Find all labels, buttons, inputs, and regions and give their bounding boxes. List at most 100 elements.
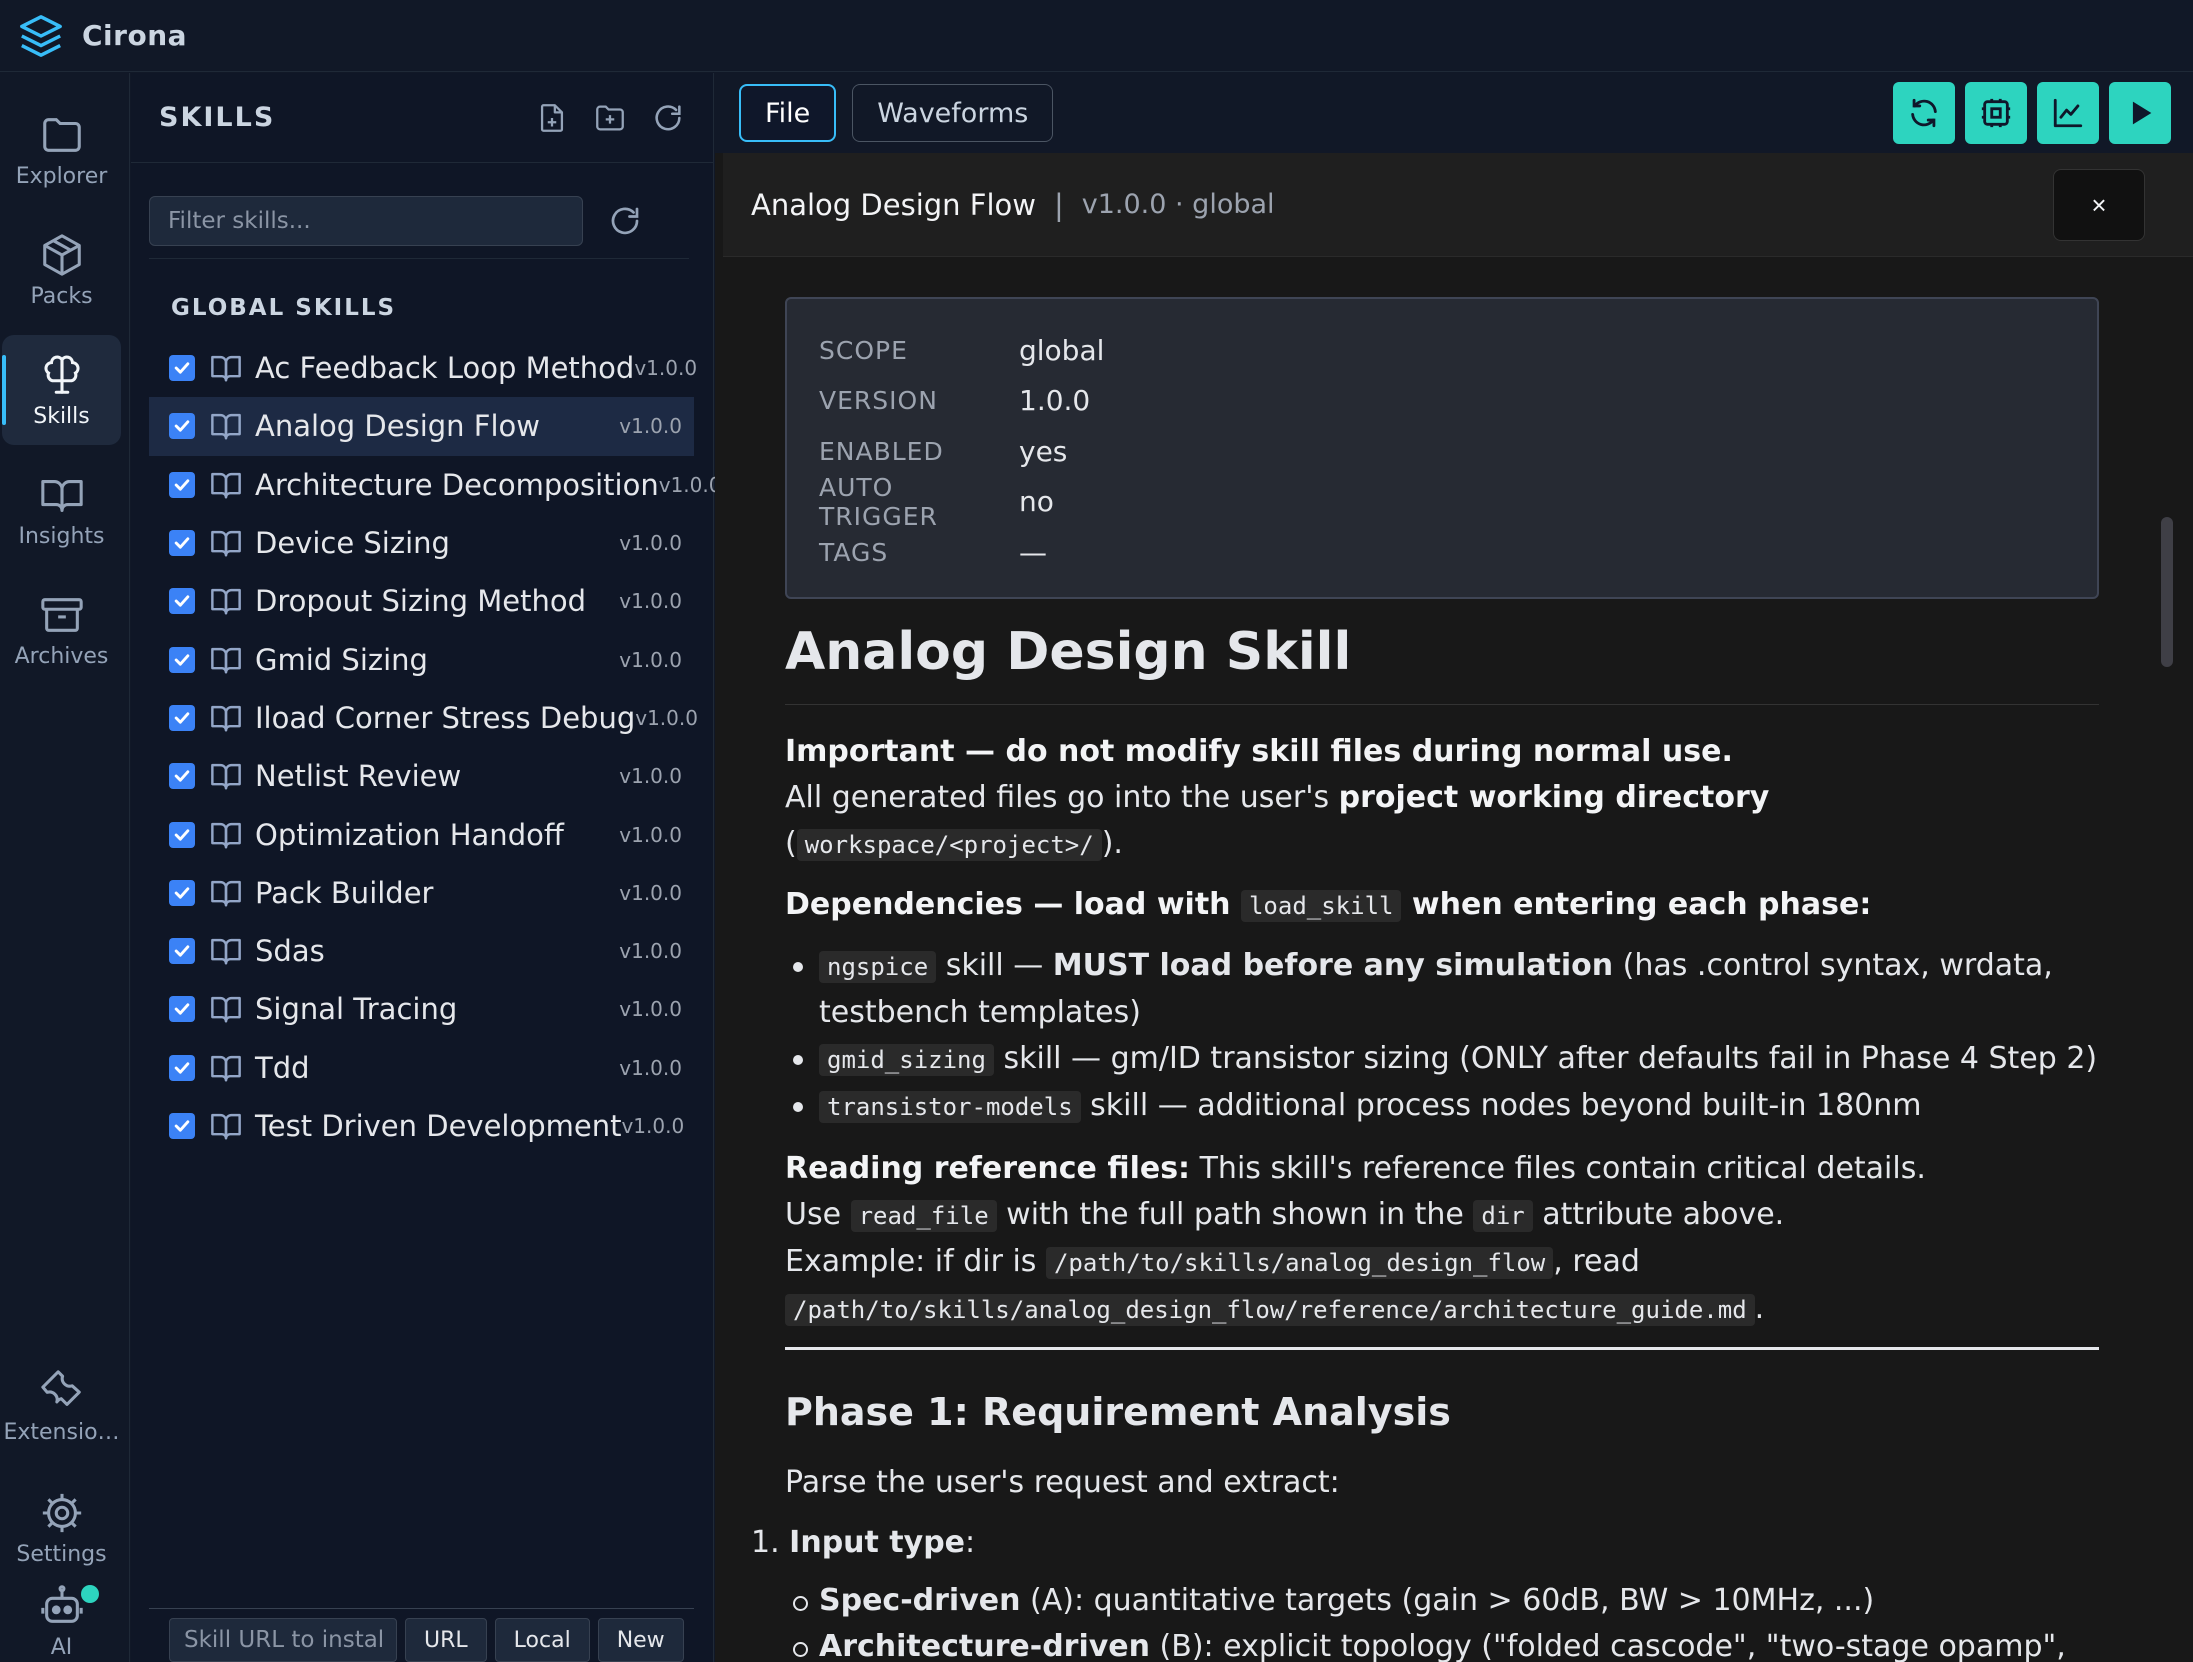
- activity-label: Settings: [16, 1541, 107, 1567]
- install-local-button[interactable]: Local: [494, 1618, 590, 1662]
- skill-version: v1.0.0: [619, 822, 682, 847]
- new-folder-icon[interactable]: [593, 101, 627, 135]
- skill-enabled-checkbox[interactable]: [169, 413, 195, 440]
- skill-version: v1.0.0: [619, 647, 682, 672]
- meta-row-version: VERSION 1.0.0: [819, 384, 1091, 418]
- skill-row[interactable]: Dropout Sizing Method v1.0.0: [149, 572, 694, 630]
- skill-row[interactable]: Signal Tracing v1.0.0: [149, 980, 694, 1038]
- skill-version: v1.0.0: [619, 589, 682, 614]
- app-title: Cirona: [82, 19, 188, 52]
- skill-enabled-checkbox[interactable]: [169, 763, 195, 790]
- list-item: Architecture-driven (B): explicit topolo…: [785, 1624, 2099, 1662]
- skill-name: Architecture Decomposition: [255, 467, 659, 502]
- skill-version: v1.0.0: [619, 764, 682, 789]
- activity-label: Skills: [33, 403, 90, 429]
- filter-row: [149, 183, 689, 259]
- activity-label: AI: [50, 1635, 73, 1660]
- check-icon: [174, 945, 190, 957]
- skill-row[interactable]: Optimization Handoff v1.0.0: [149, 805, 694, 863]
- tab-waveforms[interactable]: Waveforms: [852, 84, 1054, 142]
- skill-name: Ac Feedback Loop Method: [255, 351, 635, 386]
- install-url-button[interactable]: URL: [405, 1618, 487, 1662]
- skill-row[interactable]: Device Sizing v1.0.0: [149, 514, 694, 572]
- skill-enabled-checkbox[interactable]: [169, 646, 195, 673]
- divider: [785, 1347, 2099, 1350]
- skill-row[interactable]: Netlist Review v1.0.0: [149, 747, 694, 805]
- skill-row[interactable]: Test Driven Development v1.0.0: [149, 1097, 694, 1155]
- skill-enabled-checkbox[interactable]: [169, 938, 195, 965]
- heading-phase-1: Phase 1: Requirement Analysis: [785, 1390, 1451, 1434]
- run-button[interactable]: [2109, 82, 2171, 144]
- skill-enabled-checkbox[interactable]: [169, 879, 195, 906]
- skill-row[interactable]: Sdas v1.0.0: [149, 922, 694, 980]
- skill-name: Iload Corner Stress Debug: [255, 700, 636, 735]
- skill-enabled-checkbox[interactable]: [169, 588, 195, 615]
- wrench-icon: [40, 1369, 81, 1406]
- close-document-button[interactable]: ×: [2053, 169, 2145, 241]
- book-open-icon: [40, 479, 83, 512]
- skill-version: v1.0.0: [658, 472, 722, 497]
- book-icon: [209, 470, 243, 500]
- markdown-body: Analog Design Skill Important — do not m…: [751, 622, 2099, 1662]
- activity-explorer[interactable]: Explorer: [2, 95, 121, 205]
- skill-enabled-checkbox[interactable]: [169, 821, 195, 848]
- document-title: Analog Design Flow: [751, 187, 1036, 222]
- book-icon: [209, 994, 243, 1024]
- skill-name: Sdas: [255, 934, 325, 969]
- new-skill-button[interactable]: New: [597, 1618, 684, 1662]
- skill-enabled-checkbox[interactable]: [169, 530, 195, 557]
- new-file-icon[interactable]: [535, 101, 569, 135]
- skill-enabled-checkbox[interactable]: [169, 355, 195, 382]
- list-item: gmid_sizing skill — gm/ID transistor siz…: [785, 1036, 2099, 1083]
- sync-button[interactable]: [1893, 82, 1955, 144]
- skill-row[interactable]: Architecture Decomposition v1.0.0: [149, 456, 721, 514]
- skill-row[interactable]: Gmid Sizing v1.0.0: [149, 630, 694, 688]
- book-icon: [209, 1053, 243, 1083]
- skill-enabled-checkbox[interactable]: [169, 1054, 195, 1081]
- skill-row[interactable]: Tdd v1.0.0: [149, 1039, 694, 1097]
- refresh-icon[interactable]: [651, 101, 685, 135]
- skill-version: v1.0.0: [619, 880, 682, 905]
- activity-settings[interactable]: Settings: [2, 1473, 121, 1583]
- skill-enabled-checkbox[interactable]: [169, 996, 195, 1023]
- skill-row[interactable]: Iload Corner Stress Debug v1.0.0: [149, 689, 698, 747]
- plot-button[interactable]: [2037, 82, 2099, 144]
- document-content: SCOPE global VERSION 1.0.0 ENABLED yes AUTO…: [723, 257, 2173, 1662]
- skill-row[interactable]: Ac Feedback Loop Method v1.0.0: [149, 339, 697, 397]
- check-icon: [174, 362, 190, 374]
- filter-skills-input[interactable]: [149, 195, 583, 246]
- check-icon: [174, 479, 190, 491]
- activity-ai[interactable]: AI: [2, 1575, 121, 1662]
- skill-enabled-checkbox[interactable]: [169, 1113, 195, 1139]
- scrollbar-thumb[interactable]: [2161, 517, 2173, 667]
- book-icon: [209, 1111, 243, 1141]
- activity-insights[interactable]: Insights: [2, 455, 121, 565]
- skill-row[interactable]: Analog Design Flow v1.0.0: [149, 397, 694, 456]
- activity-skills[interactable]: Skills: [2, 335, 121, 445]
- check-icon: [174, 1120, 190, 1132]
- activity-archives[interactable]: Archives: [2, 575, 121, 685]
- skill-enabled-checkbox[interactable]: [169, 704, 195, 731]
- list-item: 1. Input type: Spec-driven (A): quantita…: [751, 1520, 2099, 1662]
- skill-name: Gmid Sizing: [255, 642, 428, 677]
- chip-button[interactable]: [1965, 82, 2027, 144]
- skill-version: v1.0.0: [619, 939, 682, 964]
- sidebar-title: SKILLS: [159, 102, 276, 133]
- skill-enabled-checkbox[interactable]: [169, 471, 195, 498]
- filter-refresh-icon[interactable]: [607, 203, 643, 239]
- activity-extensions[interactable]: Extensio…: [2, 1351, 121, 1461]
- activity-packs[interactable]: Packs: [2, 215, 121, 325]
- skill-url-input[interactable]: [169, 1618, 397, 1662]
- robot-icon: [40, 1585, 83, 1623]
- dependencies-heading: Dependencies — load with load_skill when…: [785, 887, 1872, 922]
- tab-file[interactable]: File: [739, 84, 837, 142]
- meta-row-scope: SCOPE global: [819, 333, 1105, 367]
- ai-status-dot: [81, 1585, 99, 1603]
- skill-name: Tdd: [255, 1050, 310, 1085]
- activity-label: Packs: [30, 283, 93, 309]
- input-type-sublist: Spec-driven (A): quantitative targets (g…: [785, 1578, 2099, 1662]
- skill-row[interactable]: Pack Builder v1.0.0: [149, 864, 694, 922]
- book-icon: [209, 645, 243, 675]
- skill-name: Device Sizing: [255, 526, 450, 561]
- book-icon: [209, 761, 243, 791]
